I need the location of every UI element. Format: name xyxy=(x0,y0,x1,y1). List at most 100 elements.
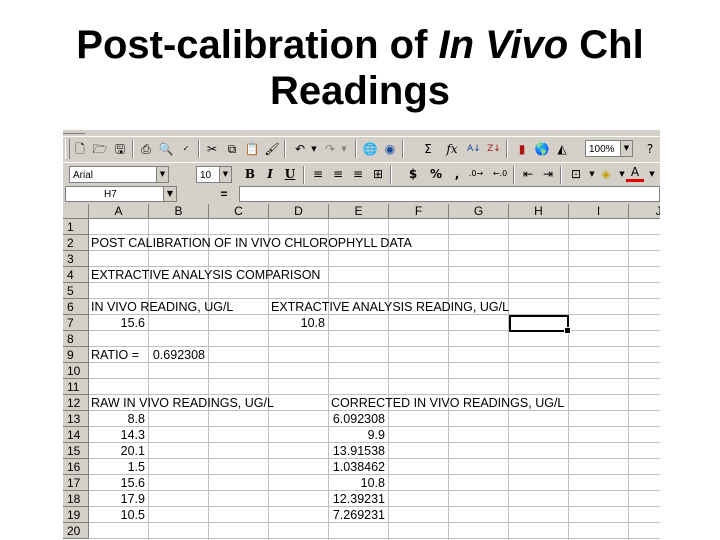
open-icon[interactable]: 🗁 xyxy=(91,140,109,158)
cell-corrected[interactable]: 10.8 xyxy=(329,475,385,491)
column-header[interactable]: A xyxy=(89,204,149,219)
new-icon[interactable]: 🗋 xyxy=(71,140,89,158)
web-toolbar-icon[interactable]: ◉ xyxy=(381,140,399,158)
print-icon[interactable]: ⎙ xyxy=(137,140,155,158)
column-header[interactable]: F xyxy=(389,204,449,219)
spelling-icon[interactable]: ✓ xyxy=(177,140,195,158)
chart-wizard-icon[interactable]: ▮ xyxy=(513,140,531,158)
align-left-icon[interactable]: ≡ xyxy=(309,165,327,183)
font-name-select[interactable]: Arial ▼ xyxy=(69,166,169,183)
print-preview-icon[interactable]: 🔍 xyxy=(157,140,175,158)
column-header[interactable]: G xyxy=(449,204,509,219)
sort-descending-icon[interactable]: Z↓ xyxy=(485,140,503,158)
row-header[interactable]: 19 xyxy=(63,507,89,523)
cell-corrected[interactable]: 9.9 xyxy=(329,427,385,443)
cell-A9[interactable]: RATIO = xyxy=(91,347,139,363)
row-header[interactable]: 8 xyxy=(63,331,89,347)
cell-A7[interactable]: 15.6 xyxy=(89,315,145,331)
column-header[interactable]: H xyxy=(509,204,569,219)
row-header[interactable]: 20 xyxy=(63,523,89,539)
cut-icon[interactable]: ✂ xyxy=(203,140,221,158)
bold-button[interactable]: B xyxy=(241,165,259,183)
autosum-icon[interactable]: Σ xyxy=(419,140,437,158)
row-header[interactable]: 18 xyxy=(63,491,89,507)
cell-A2[interactable]: POST CALIBRATION OF IN VIVO CHLOROPHYLL … xyxy=(91,235,412,251)
cell-raw[interactable]: 1.5 xyxy=(89,459,145,475)
cell-corrected[interactable]: 13.91538 xyxy=(329,443,385,459)
cell-A6[interactable]: IN VIVO READING, UG/L xyxy=(91,299,233,315)
column-header[interactable]: D xyxy=(269,204,329,219)
row-header[interactable]: 11 xyxy=(63,379,89,395)
map-icon[interactable]: 🌎 xyxy=(533,140,551,158)
function-icon[interactable]: fx xyxy=(443,140,461,158)
toolbar-grip[interactable] xyxy=(65,139,70,159)
format-painter-icon[interactable]: 🖌 xyxy=(263,140,281,158)
cell-D6[interactable]: EXTRACTIVE ANALYSIS READING, UG/L xyxy=(271,299,509,315)
row-header[interactable]: 16 xyxy=(63,459,89,475)
select-all-corner[interactable] xyxy=(63,204,89,219)
increase-indent-icon[interactable]: ⇥ xyxy=(539,165,557,183)
row-header[interactable]: 1 xyxy=(63,219,89,235)
row-header[interactable]: 4 xyxy=(63,267,89,283)
name-box[interactable]: H7 ▼ xyxy=(65,186,177,202)
chevron-down-icon[interactable]: ▼ xyxy=(156,167,168,182)
cell-raw[interactable]: 20.1 xyxy=(89,443,145,459)
chevron-down-icon[interactable]: ▼ xyxy=(643,165,660,183)
underline-button[interactable]: U xyxy=(281,165,299,183)
formula-input[interactable] xyxy=(239,186,660,202)
edit-formula-button[interactable]: = xyxy=(217,186,231,202)
increase-decimal-icon[interactable]: .0→ xyxy=(467,165,485,183)
cell-raw[interactable]: 15.6 xyxy=(89,475,145,491)
row-header[interactable]: 9 xyxy=(63,347,89,363)
cell-raw[interactable]: 17.9 xyxy=(89,491,145,507)
save-icon[interactable]: 🖫 xyxy=(111,140,129,158)
column-header[interactable]: I xyxy=(569,204,629,219)
column-header[interactable]: B xyxy=(149,204,209,219)
column-header[interactable]: E xyxy=(329,204,389,219)
comma-button[interactable]: , xyxy=(448,165,466,183)
cell-A4[interactable]: EXTRACTIVE ANALYSIS COMPARISON xyxy=(91,267,320,283)
row-header[interactable]: 13 xyxy=(63,411,89,427)
cell-raw[interactable]: 14.3 xyxy=(89,427,145,443)
currency-button[interactable]: $ xyxy=(404,165,422,183)
row-header[interactable]: 10 xyxy=(63,363,89,379)
cell-E12[interactable]: CORRECTED IN VIVO READINGS, UG/L xyxy=(331,395,564,411)
decrease-indent-icon[interactable]: ⇤ xyxy=(519,165,537,183)
row-header[interactable]: 6 xyxy=(63,299,89,315)
row-header[interactable]: 14 xyxy=(63,427,89,443)
chevron-down-icon[interactable]: ▼ xyxy=(163,187,176,201)
row-header[interactable]: 15 xyxy=(63,443,89,459)
hyperlink-icon[interactable]: 🌐 xyxy=(361,140,379,158)
cell-D7[interactable]: 10.8 xyxy=(269,315,325,331)
cell-raw[interactable]: 8.8 xyxy=(89,411,145,427)
help-icon[interactable]: ? xyxy=(641,140,659,158)
cell-A12[interactable]: RAW IN VIVO READINGS, UG/L xyxy=(91,395,274,411)
chevron-down-icon[interactable]: ▼ xyxy=(620,141,632,156)
drawing-icon[interactable]: ◭ xyxy=(553,140,571,158)
row-header[interactable]: 5 xyxy=(63,283,89,299)
zoom-select[interactable]: 100% ▼ xyxy=(585,140,633,157)
worksheet-grid[interactable]: ABCDEFGHIJ 1 2 3 4 5 6 7 8 9 10 11 12 13 14 15 16 17 18 19… xyxy=(63,204,660,540)
italic-button[interactable]: I xyxy=(261,165,279,183)
row-header[interactable]: 3 xyxy=(63,251,89,267)
active-cell-H7[interactable] xyxy=(509,315,571,334)
cell-raw[interactable]: 10.5 xyxy=(89,507,145,523)
decrease-decimal-icon[interactable]: ←.0 xyxy=(491,165,509,183)
row-header[interactable]: 17 xyxy=(63,475,89,491)
cell-corrected[interactable]: 7.269231 xyxy=(329,507,385,523)
align-center-icon[interactable]: ≡ xyxy=(329,165,347,183)
cell-B9[interactable]: 0.692308 xyxy=(149,347,205,363)
chevron-down-icon[interactable]: ▼ xyxy=(219,167,231,182)
row-header[interactable]: 12 xyxy=(63,395,89,411)
column-header[interactable]: J xyxy=(629,204,660,219)
row-header[interactable]: 2 xyxy=(63,235,89,251)
cell-corrected[interactable]: 12.39231 xyxy=(329,491,385,507)
paste-icon[interactable]: 📋 xyxy=(243,140,261,158)
font-size-select[interactable]: 10 ▼ xyxy=(196,166,232,183)
fill-handle[interactable] xyxy=(564,327,571,334)
sort-ascending-icon[interactable]: A↓ xyxy=(465,140,483,158)
cell-corrected[interactable]: 6.092308 xyxy=(329,411,385,427)
percent-button[interactable]: % xyxy=(427,165,445,183)
align-right-icon[interactable]: ≡ xyxy=(349,165,367,183)
cell-corrected[interactable]: 1.038462 xyxy=(329,459,385,475)
